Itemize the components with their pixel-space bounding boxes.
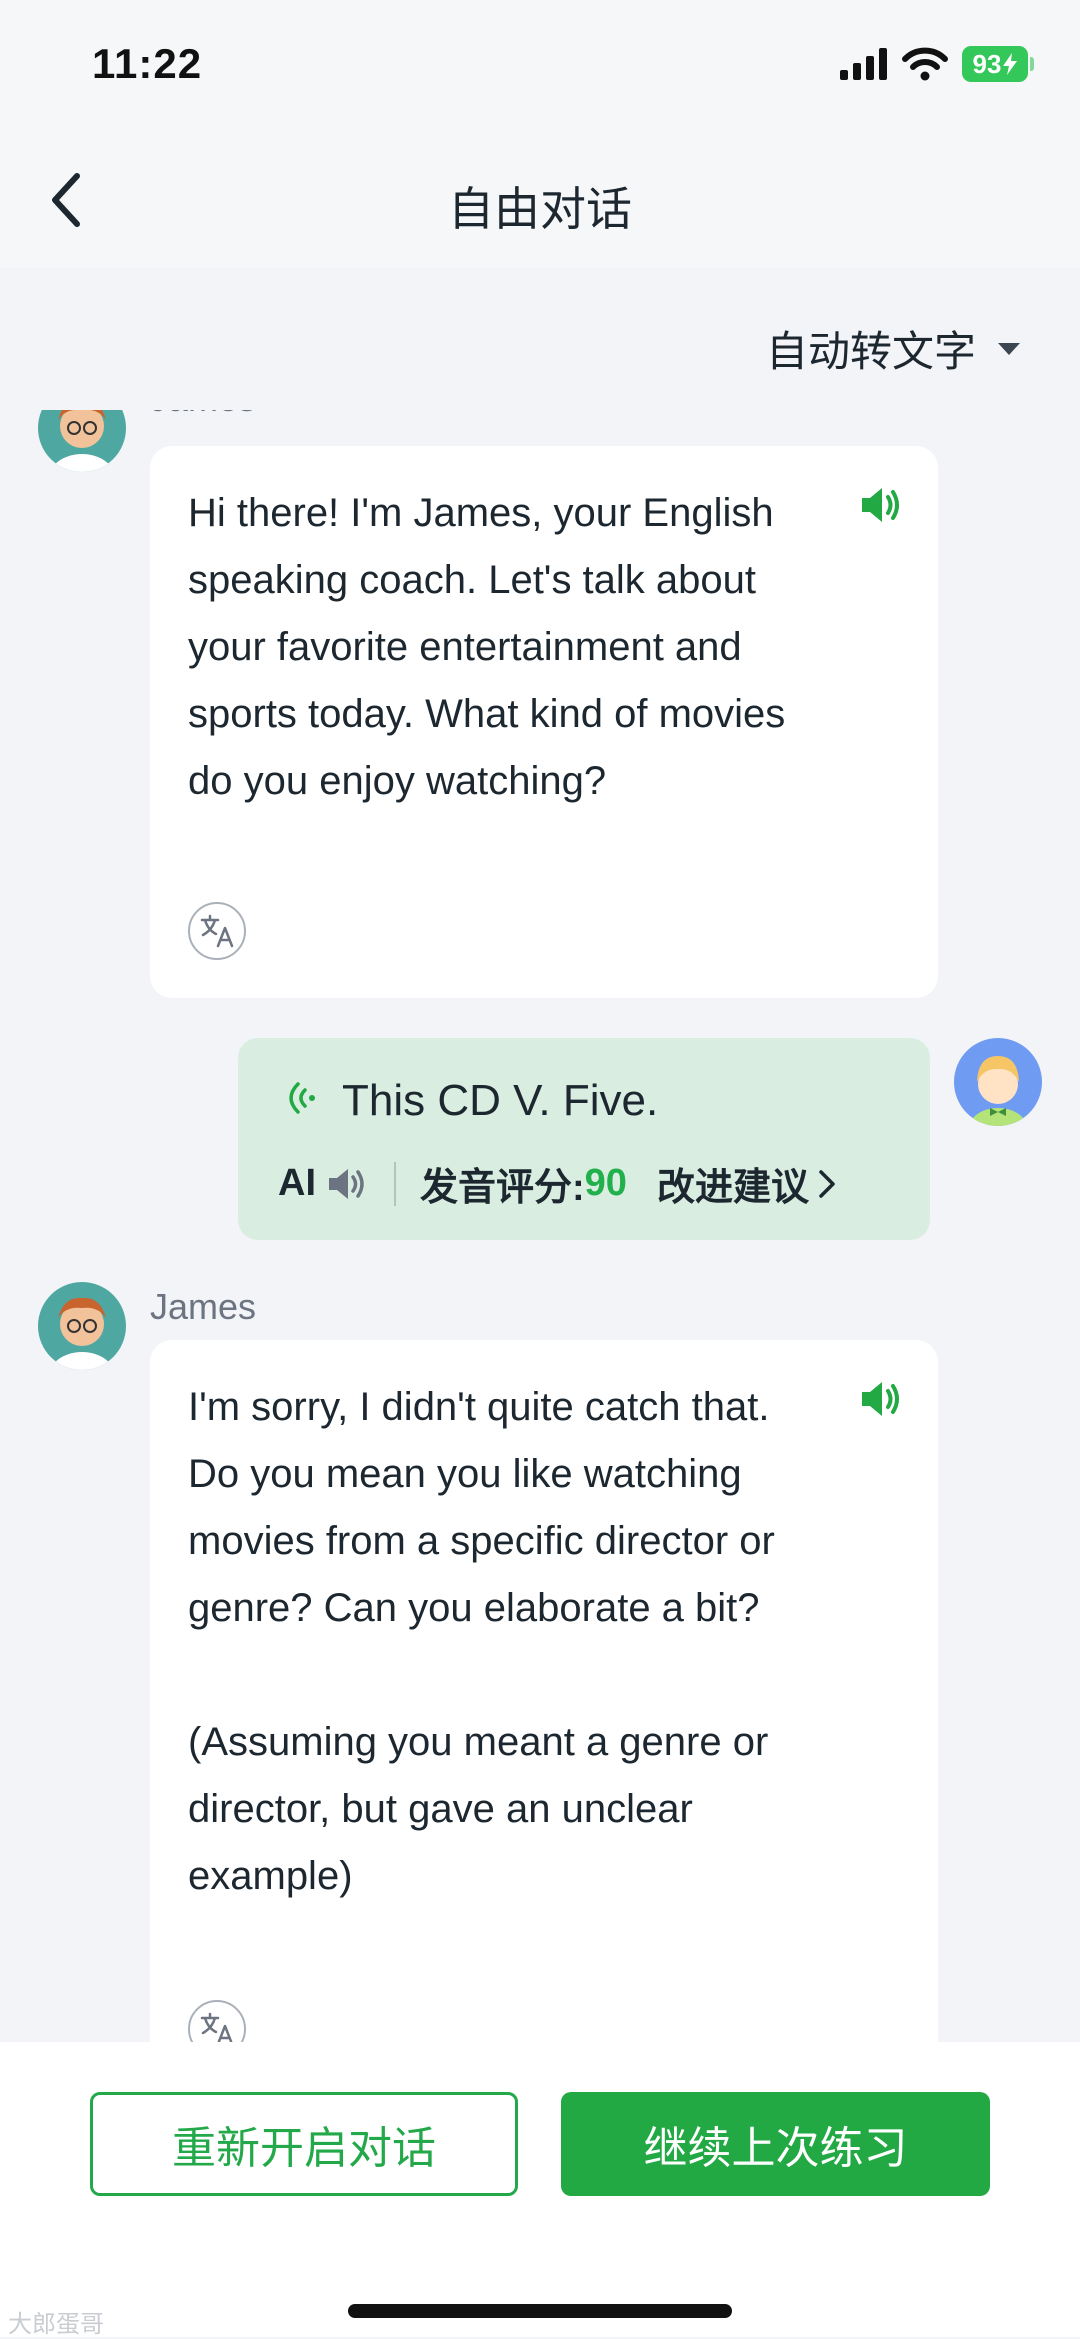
pronunciation-score-value: 90	[584, 1162, 627, 1204]
user-message-bubble: This CD V. Five. AI 发音评分: 90 改进建议	[238, 1038, 930, 1240]
sender-name: James	[150, 410, 256, 420]
ai-playback-button[interactable]: AI	[278, 1162, 370, 1205]
meta-divider	[394, 1161, 396, 1206]
status-icons: 93	[840, 46, 1034, 82]
status-time: 11:22	[92, 40, 203, 87]
translate-button[interactable]	[188, 902, 246, 960]
nav-bar: 自由对话	[0, 135, 1080, 268]
user-message-text: This CD V. Five.	[342, 1076, 659, 1125]
play-audio-button[interactable]	[858, 1376, 904, 1422]
translate-icon	[200, 2012, 233, 2042]
speaker-gray-icon	[329, 1168, 364, 1199]
chevron-right-icon	[819, 1169, 835, 1198]
auto-transcribe-toggle[interactable]: 自动转文字	[766, 318, 1020, 379]
user-avatar-image	[954, 1038, 1042, 1126]
cellular-signal-icon	[840, 48, 887, 80]
message-text: I'm sorry, I didn't quite catch that. Do…	[188, 1385, 775, 1898]
charging-bolt-icon	[1003, 53, 1018, 75]
restart-conversation-button[interactable]: 重新开启对话	[90, 2092, 518, 2196]
message-text: Hi there! I'm James, your English speaki…	[188, 491, 797, 803]
ai-label: AI	[278, 1162, 316, 1204]
translate-icon	[200, 914, 234, 948]
james-avatar[interactable]	[38, 410, 126, 472]
play-audio-button[interactable]	[858, 482, 904, 528]
home-indicator[interactable]	[348, 2304, 732, 2318]
battery-indicator: 93	[962, 46, 1034, 82]
wifi-icon	[902, 47, 948, 81]
page-title: 自由对话	[448, 183, 632, 235]
james-avatar-image	[38, 1282, 126, 1370]
sender-name: James	[150, 1286, 257, 1327]
assistant-message-bubble: Hi there! I'm James, your English speaki…	[150, 446, 938, 998]
battery-level: 93	[972, 48, 1002, 79]
translate-button[interactable]	[188, 2000, 246, 2042]
user-message-meta: AI 发音评分: 90 改进建议	[278, 1156, 837, 1211]
chat-list[interactable]: James Hi there! I'm James, your English …	[0, 410, 1080, 2042]
continue-practice-button[interactable]: 继续上次练习	[561, 2092, 990, 2196]
improvement-suggestion-link[interactable]: 改进建议	[657, 1156, 837, 1211]
james-avatar-image	[38, 410, 126, 472]
watermark: 大郎蛋哥	[8, 2311, 104, 2338]
auto-transcribe-label: 自动转文字	[765, 328, 976, 375]
user-avatar[interactable]	[954, 1038, 1042, 1126]
pronunciation-score-label: 发音评分:	[420, 1167, 585, 1209]
speaker-icon	[862, 1382, 899, 1416]
speaker-icon	[862, 488, 899, 522]
voice-wave-icon	[289, 1082, 315, 1114]
caret-down-icon	[998, 342, 1020, 355]
assistant-message-bubble: I'm sorry, I didn't quite catch that. Do…	[150, 1340, 938, 2042]
suggestion-label: 改进建议	[656, 1167, 809, 1209]
james-avatar[interactable]	[38, 1282, 126, 1370]
status-bar: 11:22 93	[0, 0, 1080, 135]
bottom-action-bar: 重新开启对话 继续上次练习 大郎蛋哥	[0, 2042, 1080, 2338]
